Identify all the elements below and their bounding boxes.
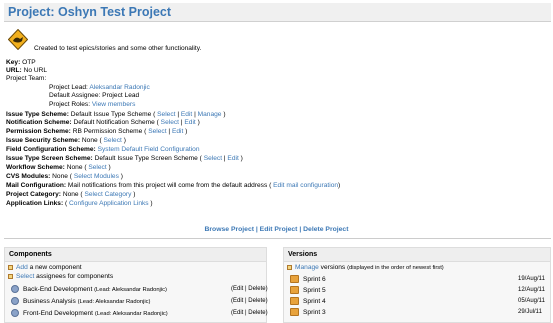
- version-row: Sprint 4: [290, 297, 326, 305]
- project-category-row: Project Category: None ( Select Category…: [6, 191, 136, 198]
- url-row: URL: No URL: [6, 67, 48, 74]
- lead-row: Project Lead: Aleksandar Radonjic: [49, 84, 150, 91]
- its-edit-link[interactable]: Edit: [181, 111, 192, 118]
- versions-header: Versions: [284, 248, 550, 262]
- issue-security-scheme-row: Issue Security Scheme: None ( Select ): [6, 137, 126, 144]
- select-modules-link[interactable]: Select Modules: [74, 173, 119, 180]
- project-description: Created to test epics/stories and some o…: [34, 45, 202, 52]
- page-title: Project: Oshyn Test Project: [8, 5, 172, 19]
- component-row: Front-End Development (Lead: Aleksandar …: [11, 309, 168, 317]
- its-select-link[interactable]: Select: [157, 111, 175, 118]
- version-icon: [290, 286, 299, 294]
- components-header: Components: [5, 248, 266, 262]
- roles-row: Project Roles: View members: [49, 101, 136, 108]
- application-links-row: Application Links: ( Configure Applicati…: [6, 200, 153, 207]
- version-date: 12/Aug/11: [518, 287, 545, 293]
- ns-edit-link[interactable]: Edit: [184, 119, 195, 126]
- select-assignees-row: Select assignees for components: [8, 273, 113, 280]
- page-title-bar: Project: Oshyn Test Project: [4, 3, 551, 22]
- section-divider: [4, 238, 551, 239]
- components-panel: Components Add a new component Select as…: [4, 247, 268, 323]
- component-actions[interactable]: (Edit | Delete): [231, 286, 268, 292]
- its-manage-link[interactable]: Manage: [198, 111, 222, 118]
- select-category-link[interactable]: Select Category: [84, 191, 131, 198]
- component-icon: [11, 285, 19, 293]
- manage-square-icon: [287, 264, 292, 270]
- version-date: 19/Aug/11: [518, 276, 545, 282]
- ps-edit-link[interactable]: Edit: [172, 128, 183, 135]
- mail-config-row: Mail Configuration: Mail notifications f…: [6, 182, 341, 189]
- manage-versions-row: Manage versions (displayed in the order …: [287, 264, 444, 271]
- component-icon: [11, 297, 19, 305]
- project-actions: Browse Project | Edit Project | Delete P…: [204, 226, 349, 233]
- field-config-scheme-row: Field Configuration Scheme: System Defau…: [6, 146, 200, 153]
- version-row: Sprint 3: [290, 308, 326, 316]
- manage-versions-link[interactable]: Manage: [295, 264, 319, 271]
- workflow-scheme-row: Workflow Scheme: None ( Select ): [6, 164, 111, 171]
- select-square-icon: [8, 273, 13, 279]
- delete-project-link[interactable]: Delete Project: [303, 226, 348, 233]
- issue-type-scheme-row: Issue Type Scheme: Default Issue Type Sc…: [6, 111, 226, 118]
- version-row: Sprint 6: [290, 275, 326, 283]
- issue-type-screen-scheme-row: Issue Type Screen Scheme: Default Issue …: [6, 155, 243, 162]
- edit-mail-config-link[interactable]: Edit mail configuration: [273, 182, 338, 189]
- view-members-link[interactable]: View members: [92, 101, 135, 108]
- cvs-modules-row: CVS Modules: None ( Select Modules ): [6, 173, 123, 180]
- lead-link[interactable]: Aleksandar Radonjic: [89, 84, 149, 91]
- component-actions[interactable]: (Edit | Delete): [231, 298, 268, 304]
- component-row: Business Analysis (Lead: Aleksandar Rado…: [11, 297, 150, 305]
- project-logo-icon: [8, 29, 28, 50]
- browse-project-link[interactable]: Browse Project: [205, 226, 254, 233]
- itss-select-link[interactable]: Select: [204, 155, 222, 162]
- select-assignees-link[interactable]: Select: [16, 273, 34, 280]
- version-date: 29/Jul/11: [518, 309, 542, 315]
- configure-app-links-link[interactable]: Configure Application Links: [69, 200, 149, 207]
- component-icon: [11, 309, 19, 317]
- ns-select-link[interactable]: Select: [161, 119, 179, 126]
- team-heading: Project Team:: [6, 75, 47, 82]
- ps-select-link[interactable]: Select: [148, 128, 166, 135]
- assignee-row: Default Assignee: Project Lead: [49, 92, 140, 99]
- field-config-link[interactable]: System Default Field Configuration: [98, 146, 200, 153]
- permission-scheme-row: Permission Scheme: RB Permission Scheme …: [6, 128, 188, 135]
- add-component-row: Add a new component: [8, 264, 82, 271]
- iss-select-link[interactable]: Select: [104, 137, 122, 144]
- ws-select-link[interactable]: Select: [88, 164, 106, 171]
- version-icon: [290, 308, 299, 316]
- component-row: Back-End Development (Lead: Aleksandar R…: [11, 285, 167, 293]
- version-icon: [290, 275, 299, 283]
- key-row: Key: OTP: [6, 59, 36, 66]
- add-component-link[interactable]: Add: [16, 264, 28, 271]
- itss-edit-link[interactable]: Edit: [227, 155, 238, 162]
- version-icon: [290, 297, 299, 305]
- versions-panel: Versions Manage versions (displayed in t…: [283, 247, 551, 323]
- add-square-icon: [8, 264, 13, 270]
- edit-project-link[interactable]: Edit Project: [260, 226, 298, 233]
- component-actions[interactable]: (Edit | Delete): [231, 310, 268, 316]
- version-date: 05/Aug/11: [518, 298, 545, 304]
- version-row: Sprint 5: [290, 286, 326, 294]
- notification-scheme-row: Notification Scheme: Default Notificatio…: [6, 119, 200, 126]
